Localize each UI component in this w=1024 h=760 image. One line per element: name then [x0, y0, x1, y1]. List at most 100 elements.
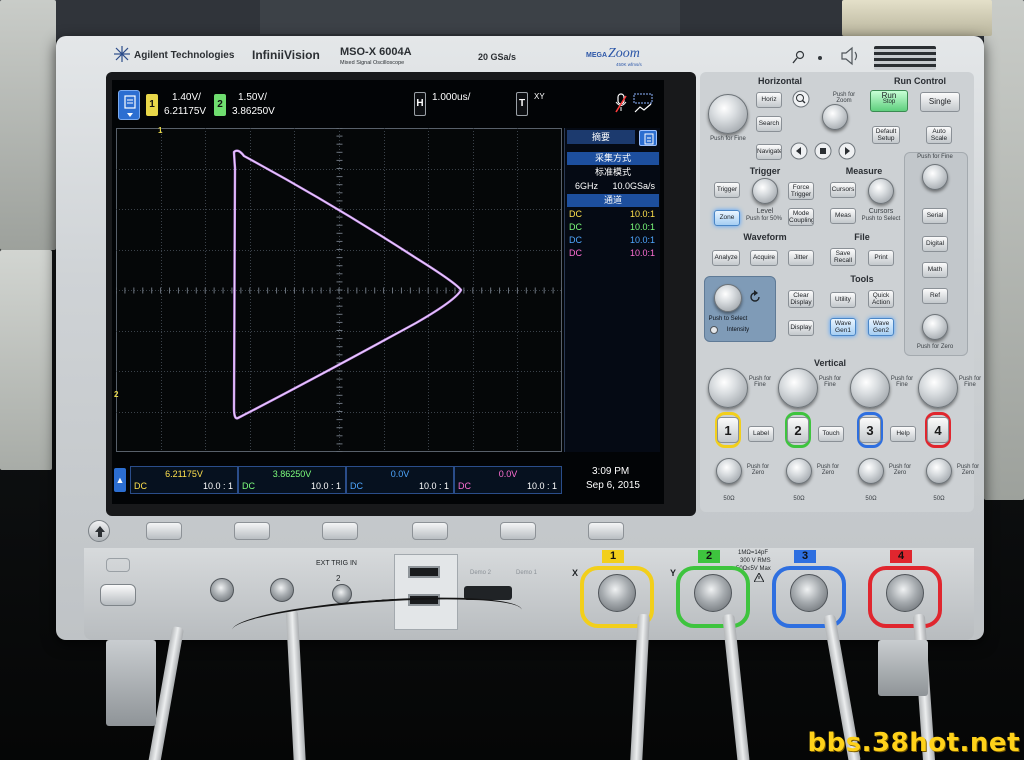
- nav-next-icon[interactable]: [838, 142, 856, 160]
- utility-button[interactable]: Utility: [830, 292, 856, 308]
- wave-gen1-button[interactable]: Wave Gen1: [830, 318, 856, 336]
- trigger-chip[interactable]: T: [516, 92, 528, 116]
- label-button[interactable]: Label: [748, 426, 774, 442]
- wave-gen2-button[interactable]: Wave Gen2: [868, 318, 894, 336]
- jitter-button[interactable]: Jitter: [788, 250, 814, 266]
- channel-scale-knob[interactable]: [850, 368, 890, 408]
- quick-action-button[interactable]: Quick Action: [868, 290, 894, 308]
- channel-position-knob[interactable]: [716, 458, 742, 484]
- probe-icon: [792, 50, 805, 64]
- usb-port-1[interactable]: [408, 566, 440, 578]
- ref-button[interactable]: Ref: [922, 288, 948, 304]
- run-stop-button[interactable]: Run Stop: [870, 90, 908, 112]
- time-scale: 1.000us/: [432, 92, 471, 103]
- save-recall-button[interactable]: Save Recall: [830, 248, 856, 266]
- level-push50-label: Push for 50%: [746, 216, 783, 222]
- aux-bnc-2[interactable]: [270, 578, 294, 602]
- mode-coupling-button[interactable]: Mode Coupling: [788, 208, 814, 226]
- softkey-1[interactable]: [146, 522, 182, 540]
- nav-prev-icon[interactable]: [790, 142, 808, 160]
- default-setup-button[interactable]: Default Setup: [872, 126, 900, 144]
- acquire-button[interactable]: Acquire: [750, 250, 778, 266]
- ext-trig-bnc[interactable]: [332, 584, 352, 604]
- side-top-knob[interactable]: [922, 164, 948, 190]
- search-button[interactable]: Search: [756, 116, 782, 132]
- cursors-knob[interactable]: [868, 178, 894, 204]
- softkey-4[interactable]: [412, 522, 448, 540]
- ch1-scale: 1.40V/: [172, 92, 201, 103]
- channel-key[interactable]: 4: [927, 417, 949, 443]
- clear-display-button[interactable]: Clear Display: [788, 290, 814, 308]
- channel-position-knob[interactable]: [858, 458, 884, 484]
- horiz-button[interactable]: Horiz: [756, 92, 782, 108]
- trigger-level-knob[interactable]: [752, 178, 778, 204]
- waveform-graticule[interactable]: 1 2: [114, 126, 563, 453]
- channel-footer-cell[interactable]: 6.21175V DC 10.0 : 1: [130, 466, 238, 494]
- math-button[interactable]: Math: [922, 262, 948, 278]
- single-button[interactable]: Single: [920, 92, 960, 112]
- auto-scale-button[interactable]: Auto Scale: [926, 126, 952, 144]
- horizontal-scale-knob[interactable]: [708, 94, 748, 134]
- touch-button[interactable]: Touch: [818, 426, 844, 442]
- ch1-ground-marker[interactable]: 1: [158, 126, 162, 135]
- meas-button[interactable]: Meas: [830, 208, 856, 224]
- digital-button[interactable]: Digital: [922, 236, 948, 252]
- channel-bnc-connector[interactable]: [598, 574, 636, 612]
- softkey-6[interactable]: [588, 522, 624, 540]
- brand-bar: Agilent Technologies InfiniiVision MSO-X…: [108, 40, 688, 70]
- channel-impedance: 50Ω: [793, 496, 805, 502]
- channel-bnc-connector[interactable]: [694, 574, 732, 612]
- entry-knob[interactable]: [714, 284, 742, 312]
- analyze-button[interactable]: Analyze: [712, 250, 740, 266]
- channel-footer-cell[interactable]: 0.0V DC 10.0 : 1: [454, 466, 562, 494]
- channel-scale-knob[interactable]: [918, 368, 958, 408]
- oscilloscope-screen[interactable]: 1 1.40V/ 6.21175V 2 1.50V/ 3.86250V H 1.…: [112, 80, 664, 504]
- print-button[interactable]: Print: [868, 250, 894, 266]
- main-menu-icon[interactable]: [118, 90, 140, 120]
- navigate-button[interactable]: Navigate: [756, 144, 782, 160]
- footer-offset: 6.21175V: [165, 469, 203, 479]
- softkey-2[interactable]: [234, 522, 270, 540]
- zone-button[interactable]: Zone: [714, 210, 740, 226]
- nav-stop-icon[interactable]: [814, 142, 832, 160]
- footer-coupling: DC: [458, 481, 471, 491]
- trigger-button[interactable]: Trigger: [714, 182, 740, 198]
- intensity-button[interactable]: [710, 326, 718, 334]
- channel-position-knob[interactable]: [926, 458, 952, 484]
- side-bottom-knob[interactable]: [922, 314, 948, 340]
- aux-bnc-1[interactable]: [210, 578, 234, 602]
- ch1-chip[interactable]: 1: [146, 94, 158, 116]
- channel-position-knob[interactable]: [786, 458, 812, 484]
- back-button[interactable]: [88, 520, 110, 542]
- channel-bnc-connector[interactable]: [886, 574, 924, 612]
- footer-arrow-button[interactable]: ▲: [114, 468, 126, 492]
- horizontal-position-knob[interactable]: [822, 104, 848, 130]
- display-button[interactable]: Display: [788, 320, 814, 336]
- softkey-5[interactable]: [500, 522, 536, 540]
- model-name: MSO-X 6004A: [340, 46, 412, 58]
- channel-bnc-connector[interactable]: [790, 574, 828, 612]
- power-button[interactable]: [100, 584, 136, 606]
- microphone-icon[interactable]: [614, 92, 628, 114]
- help-button[interactable]: Help: [890, 426, 916, 442]
- force-trigger-button[interactable]: Force Trigger: [788, 182, 814, 200]
- summary-menu-icon[interactable]: [639, 130, 657, 146]
- zoom-icon[interactable]: [792, 90, 810, 108]
- softkey-3[interactable]: [322, 522, 358, 540]
- footer-offset: 0.0V: [498, 469, 518, 479]
- summary-tab[interactable]: 摘要: [567, 130, 635, 144]
- touch-gesture-icon[interactable]: [632, 92, 654, 116]
- ch2-chip[interactable]: 2: [214, 94, 226, 116]
- horizontal-chip[interactable]: H: [414, 92, 426, 116]
- channel-key[interactable]: 1: [717, 417, 739, 443]
- ch2-ground-marker[interactable]: 2: [114, 390, 118, 399]
- channel-key[interactable]: 3: [859, 417, 881, 443]
- channel-scale-knob[interactable]: [778, 368, 818, 408]
- serial-button[interactable]: Serial: [922, 208, 948, 224]
- channel-key[interactable]: 2: [787, 417, 809, 443]
- channel-scale-knob[interactable]: [708, 368, 748, 408]
- background-instrument-left-lower: [0, 250, 52, 470]
- channel-footer-cell[interactable]: 0.0V DC 10.0 : 1: [346, 466, 454, 494]
- channel-footer-cell[interactable]: 3.86250V DC 10.0 : 1: [238, 466, 346, 494]
- cursors-button[interactable]: Cursors: [830, 182, 856, 198]
